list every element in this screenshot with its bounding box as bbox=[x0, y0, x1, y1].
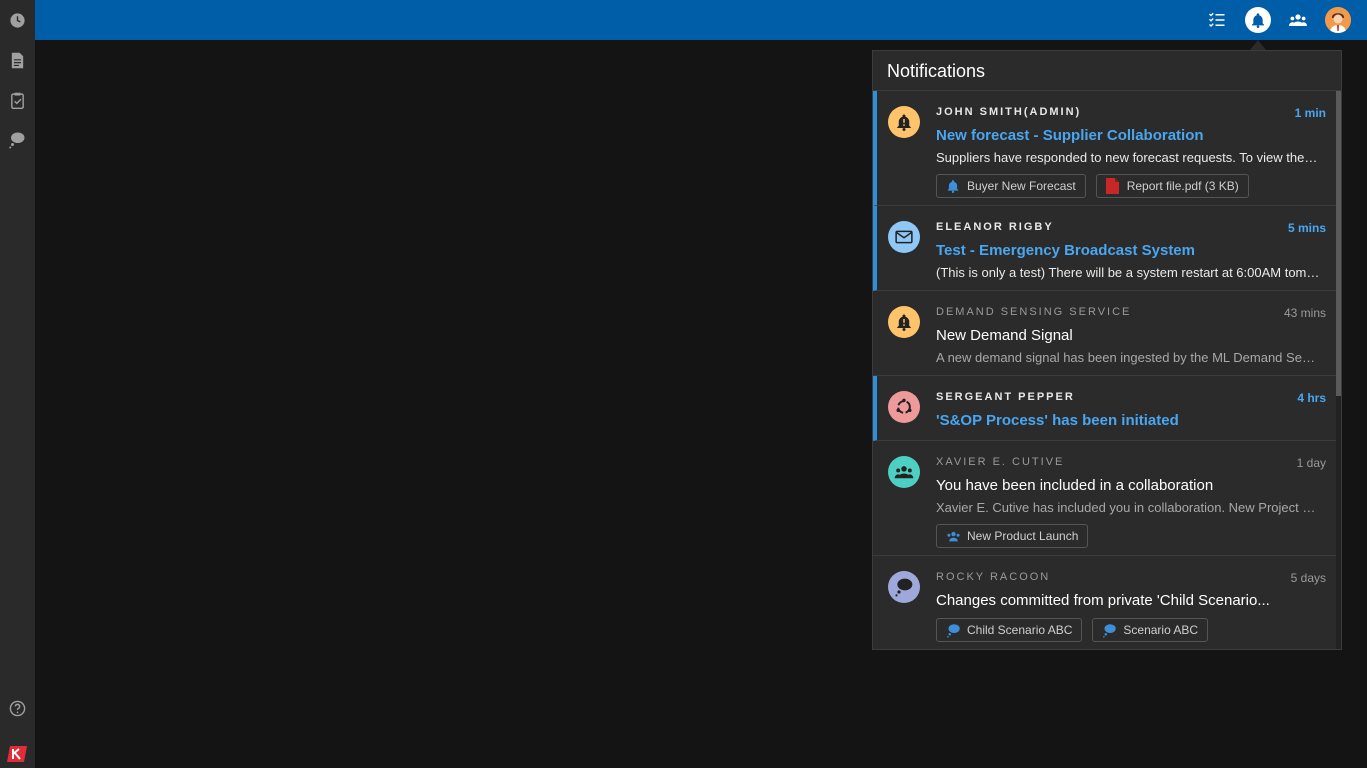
scrollbar-thumb[interactable] bbox=[1336, 91, 1341, 396]
notification-time: 5 days bbox=[1290, 571, 1326, 585]
attachment-chip[interactable]: Child Scenario ABC bbox=[936, 618, 1083, 642]
attachment-chips: New Product Launch bbox=[936, 524, 1320, 548]
scrollbar[interactable] bbox=[1336, 91, 1341, 649]
chip-label: Child Scenario ABC bbox=[967, 623, 1073, 637]
notification-preview: (This is only a test) There will be a sy… bbox=[936, 265, 1320, 280]
notification-item[interactable]: XAVIER E. CUTIVE 1 day You have been inc… bbox=[873, 441, 1336, 556]
chip-label: Scenario ABC bbox=[1123, 623, 1199, 637]
process-cycle-icon bbox=[888, 391, 920, 423]
clock-icon[interactable] bbox=[7, 10, 27, 30]
attachment-chip[interactable]: Buyer New Forecast bbox=[936, 174, 1086, 198]
notification-item[interactable]: SERGEANT PEPPER 4 hrs 'S&OP Process' has… bbox=[873, 376, 1336, 441]
bell-icon bbox=[945, 178, 961, 194]
attachment-chips: Buyer New Forecast Report file.pdf (3 KB… bbox=[936, 174, 1320, 198]
comment-icon bbox=[1101, 622, 1117, 638]
notification-sender: ELEANOR RIGBY bbox=[936, 221, 1054, 233]
notification-time: 4 hrs bbox=[1297, 391, 1326, 405]
notifications-panel: Notifications JOHN SMITH(ADMIN) 1 min Ne… bbox=[872, 50, 1342, 650]
chip-label: Report file.pdf (3 KB) bbox=[1126, 179, 1239, 193]
notification-list: JOHN SMITH(ADMIN) 1 min New forecast - S… bbox=[873, 91, 1336, 649]
task-list-icon[interactable] bbox=[1205, 8, 1229, 32]
notification-subject[interactable]: You have been included in a collaboratio… bbox=[936, 477, 1320, 495]
notification-sender: DEMAND SENSING SERVICE bbox=[936, 306, 1132, 318]
user-avatar[interactable] bbox=[1325, 7, 1351, 33]
alert-bell-icon bbox=[888, 306, 920, 338]
attachment-chip[interactable]: Report file.pdf (3 KB) bbox=[1095, 174, 1249, 198]
left-sidebar bbox=[0, 0, 35, 768]
notification-preview: A new demand signal has been ingested by… bbox=[936, 350, 1320, 365]
group-icon bbox=[945, 528, 961, 544]
group-icon[interactable] bbox=[1286, 8, 1310, 32]
notification-time: 5 mins bbox=[1287, 221, 1326, 235]
chat-bubble-icon[interactable] bbox=[7, 130, 27, 150]
notification-item[interactable]: ROCKY RACOON 5 days Changes committed fr… bbox=[873, 556, 1336, 649]
notification-sender: JOHN SMITH(ADMIN) bbox=[936, 106, 1082, 118]
group-icon bbox=[888, 456, 920, 488]
help-icon[interactable] bbox=[7, 698, 27, 718]
notification-subject[interactable]: Test - Emergency Broadcast System bbox=[936, 242, 1320, 260]
mail-icon bbox=[888, 221, 920, 253]
pdf-icon bbox=[1105, 178, 1121, 194]
attachment-chip[interactable]: Scenario ABC bbox=[1092, 618, 1209, 642]
document-icon[interactable] bbox=[7, 50, 27, 70]
notification-item[interactable]: JOHN SMITH(ADMIN) 1 min New forecast - S… bbox=[873, 91, 1336, 206]
notification-sender: SERGEANT PEPPER bbox=[936, 391, 1075, 403]
notification-preview: Suppliers have responded to new forecast… bbox=[936, 150, 1320, 165]
notification-subject[interactable]: New forecast - Supplier Collaboration bbox=[936, 127, 1320, 145]
brand-logo-icon[interactable] bbox=[7, 744, 27, 764]
chip-label: New Product Launch bbox=[967, 529, 1079, 543]
comment-icon bbox=[945, 622, 961, 638]
chip-label: Buyer New Forecast bbox=[967, 179, 1076, 193]
alert-bell-icon bbox=[888, 106, 920, 138]
notification-item[interactable]: ELEANOR RIGBY 5 mins Test - Emergency Br… bbox=[873, 206, 1336, 291]
panel-header: Notifications bbox=[873, 51, 1341, 91]
top-bar bbox=[35, 0, 1367, 40]
comment-icon bbox=[888, 571, 920, 603]
dropdown-caret bbox=[1250, 40, 1266, 50]
notification-time: 1 day bbox=[1296, 456, 1326, 470]
attachment-chip[interactable]: New Product Launch bbox=[936, 524, 1089, 548]
notification-item[interactable]: DEMAND SENSING SERVICE 43 mins New Deman… bbox=[873, 291, 1336, 376]
bell-icon[interactable] bbox=[1245, 7, 1271, 33]
notification-subject[interactable]: 'S&OP Process' has been initiated bbox=[936, 412, 1320, 430]
notification-time: 43 mins bbox=[1283, 306, 1326, 320]
notification-sender: ROCKY RACOON bbox=[936, 571, 1051, 583]
notification-subject[interactable]: New Demand Signal bbox=[936, 327, 1320, 345]
clipboard-check-icon[interactable] bbox=[7, 90, 27, 110]
attachment-chips: Child Scenario ABC Scenario ABC bbox=[936, 618, 1320, 642]
notification-preview: Xavier E. Cutive has included you in col… bbox=[936, 500, 1320, 515]
panel-title: Notifications bbox=[887, 61, 986, 81]
notification-subject[interactable]: Changes committed from private 'Child Sc… bbox=[936, 592, 1320, 610]
notification-sender: XAVIER E. CUTIVE bbox=[936, 456, 1065, 468]
notification-time: 1 min bbox=[1294, 106, 1326, 120]
